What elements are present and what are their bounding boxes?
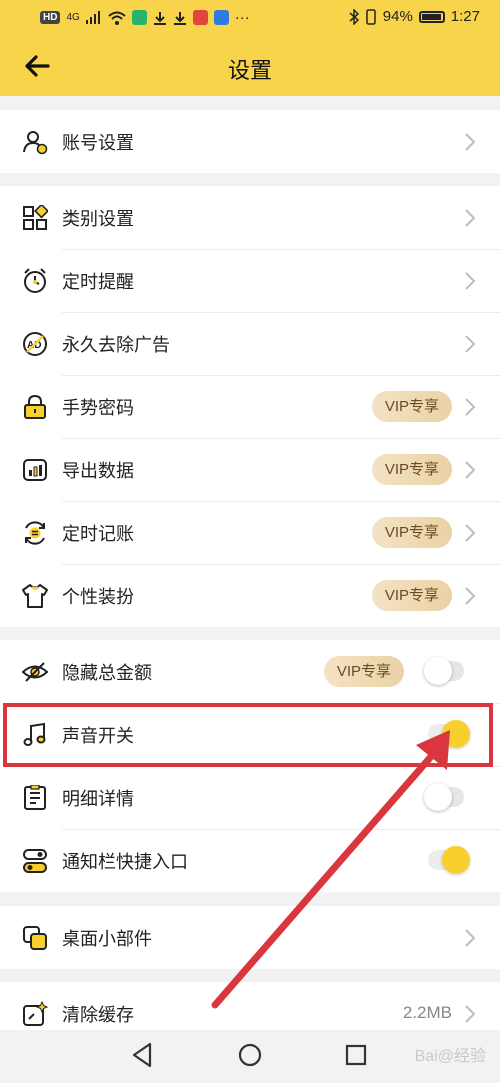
alarm-clock-icon [24, 268, 46, 293]
cache-size: 2.2MB [402, 1003, 452, 1022]
row-label: 桌面小部件 [62, 929, 152, 950]
notification-shortcut-toggle[interactable] [428, 846, 470, 874]
section-widget: 桌面小部件 [0, 906, 500, 969]
row-label: 个性装扮 [62, 587, 134, 608]
vip-badge: VIP专享 [371, 454, 452, 485]
category-icon [23, 205, 48, 230]
settings-row-notification-shortcut[interactable]: 通知栏快捷入口 [0, 829, 500, 892]
chevron-right-icon [465, 398, 476, 416]
hide-total-toggle[interactable] [424, 657, 464, 685]
user-settings-icon [23, 131, 48, 155]
vip-badge: VIP专享 [371, 517, 452, 548]
no-ads-icon: AD [23, 332, 47, 356]
battery-icon [418, 10, 445, 23]
more-notifications: ··· [234, 9, 250, 26]
nav-home-icon[interactable] [235, 1040, 265, 1070]
chevron-right-icon [465, 929, 476, 947]
row-label: 定时记账 [62, 524, 134, 545]
chevron-right-icon [465, 461, 476, 479]
chevron-right-icon [465, 133, 476, 151]
section-account: 账号设置 [0, 110, 500, 173]
export-data-icon [23, 459, 47, 481]
app-notification-icon [131, 10, 147, 25]
row-label: 手势密码 [62, 398, 134, 419]
chevron-right-icon [465, 587, 476, 605]
annotation-highlight-box [3, 703, 493, 767]
details-list-icon [24, 785, 46, 810]
app-notification-icon [213, 10, 229, 25]
vibrate-icon [366, 8, 376, 25]
app-notification-icon [192, 10, 208, 25]
app-header: 设置 [0, 36, 500, 96]
settings-row-details[interactable]: 明细详情 [0, 766, 500, 829]
lock-icon [24, 394, 46, 419]
nav-back-icon[interactable] [128, 1040, 158, 1070]
download-icon [153, 11, 166, 25]
chevron-right-icon [465, 209, 476, 227]
settings-row-reminder[interactable]: 定时提醒 [0, 249, 500, 312]
chevron-right-icon [465, 1005, 476, 1023]
settings-row-widget[interactable]: 桌面小部件 [0, 906, 500, 969]
settings-row-hide-total[interactable]: 隐藏总金额 VIP专享 [0, 640, 500, 703]
row-label: 导出数据 [62, 461, 134, 482]
bluetooth-icon [349, 8, 359, 25]
section-features: 类别设置 定时提醒 AD 永久去除广告 手势密码 VIP专享 [0, 186, 500, 627]
settings-row-scheduled-bookkeeping[interactable]: 定时记账 VIP专享 [0, 501, 500, 564]
wifi-icon [108, 11, 126, 25]
settings-row-gesture-password[interactable]: 手势密码 VIP专享 [0, 375, 500, 438]
notification-toggle-icon [23, 849, 47, 873]
chevron-right-icon [465, 524, 476, 542]
settings-row-account[interactable]: 账号设置 [0, 110, 500, 173]
vip-badge: VIP专享 [371, 391, 452, 422]
settings-row-category[interactable]: 类别设置 [0, 186, 500, 249]
clear-cache-icon [23, 1001, 48, 1026]
network-badge: 4G [66, 12, 80, 23]
status-left: HD 4G ··· [40, 9, 250, 26]
battery-percent: 94% [382, 8, 413, 25]
row-label: 明细详情 [62, 789, 134, 810]
settings-row-personalize[interactable]: 个性装扮 VIP专享 [0, 564, 500, 627]
watermark: Bai@经验 [414, 1048, 486, 1065]
page-title: 设置 [227, 59, 272, 84]
row-label: 清除缓存 [62, 1005, 134, 1026]
status-right: 94% 1:27 [349, 8, 480, 25]
widget-icon [23, 926, 47, 950]
row-label: 通知栏快捷入口 [62, 852, 188, 873]
nav-recents-icon[interactable] [341, 1040, 371, 1070]
chevron-right-icon [465, 272, 476, 290]
row-label: 定时提醒 [62, 272, 134, 293]
row-label: 类别设置 [62, 209, 134, 230]
vip-badge: VIP专享 [323, 656, 404, 687]
settings-row-export-data[interactable]: 导出数据 VIP专享 [0, 438, 500, 501]
row-label: 账号设置 [62, 133, 134, 154]
clock: 1:27 [450, 8, 480, 25]
scheduled-bookkeeping-icon [25, 521, 45, 545]
download-icon [173, 11, 186, 25]
eye-hidden-icon [22, 662, 48, 682]
chevron-right-icon [465, 335, 476, 353]
hd-badge: HD [40, 11, 61, 24]
status-bar: HD 4G ··· 94% 1:27 [0, 0, 500, 36]
signal-icon [85, 10, 100, 24]
tshirt-icon [22, 584, 48, 608]
settings-row-remove-ads[interactable]: AD 永久去除广告 [0, 312, 500, 375]
row-label: 隐藏总金额 [62, 663, 152, 684]
vip-badge: VIP专享 [371, 580, 452, 611]
details-toggle[interactable] [424, 783, 464, 811]
row-label: 永久去除广告 [62, 335, 170, 356]
